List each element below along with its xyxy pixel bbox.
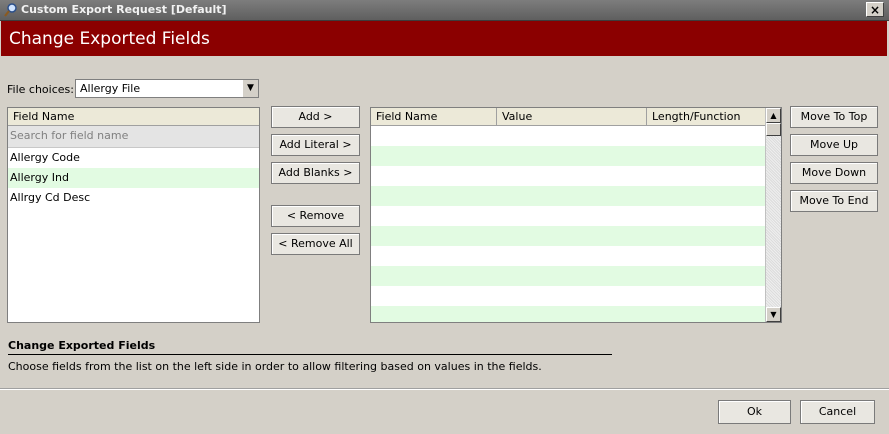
scroll-up-icon[interactable]: ▲ [766,108,781,123]
column-header-label: Field Name [13,110,75,123]
add-blanks-button[interactable]: Add Blanks > [271,162,360,184]
move-up-button[interactable]: Move Up [790,134,878,156]
window-titlebar: Custom Export Request [Default] × [0,0,889,21]
column-header-length-function[interactable]: Length/Function [647,108,765,125]
field-search-input[interactable]: Search for field name [8,126,259,148]
add-literal-button[interactable]: Add Literal > [271,134,360,156]
magnifier-icon [4,3,17,17]
cancel-button[interactable]: Cancel [800,400,875,424]
table-row[interactable] [371,166,765,186]
help-title: Change Exported Fields [8,339,156,352]
window-title: Custom Export Request [Default] [21,3,227,16]
grid-header: Field Name Value Length/Function [371,108,765,126]
move-down-button[interactable]: Move Down [790,162,878,184]
help-divider [8,354,612,355]
move-to-top-button[interactable]: Move To Top [790,106,878,128]
table-row[interactable] [371,286,765,306]
column-header-value[interactable]: Value [497,108,647,125]
column-header-field-name[interactable]: Field Name [371,108,497,125]
exported-fields-grid[interactable]: Field Name Value Length/Function ▲ ▼ [370,107,782,323]
available-fields-list[interactable]: Field Name Search for field name Allergy… [7,107,260,323]
scroll-thumb[interactable] [766,123,781,136]
file-choices-value: Allergy File [80,82,141,95]
table-row[interactable] [371,126,765,146]
add-button[interactable]: Add > [271,106,360,128]
table-row[interactable] [371,206,765,226]
column-header-field-name[interactable]: Field Name [8,108,259,126]
file-choices-label: File choices: [7,83,74,96]
remove-button[interactable]: < Remove [271,205,360,227]
list-item[interactable]: Allrgy Cd Desc [8,188,259,208]
table-row[interactable] [371,146,765,166]
table-row[interactable] [371,306,765,322]
list-item[interactable]: Allergy Ind [8,168,259,188]
help-text: Choose fields from the list on the left … [8,360,542,373]
list-item[interactable]: Allergy Code [8,148,259,168]
close-button[interactable]: × [866,2,884,17]
ok-button[interactable]: Ok [718,400,791,424]
move-to-end-button[interactable]: Move To End [790,190,878,212]
table-row[interactable] [371,226,765,246]
chevron-down-icon[interactable]: ▼ [242,80,258,97]
scroll-down-icon[interactable]: ▼ [766,307,781,322]
table-row[interactable] [371,266,765,286]
table-row[interactable] [371,186,765,206]
remove-all-button[interactable]: < Remove All [271,233,360,255]
file-choices-select[interactable]: Allergy File ▼ [75,79,259,98]
table-row[interactable] [371,246,765,266]
page-header: Change Exported Fields [1,21,887,56]
grid-scrollbar[interactable]: ▲ ▼ [765,108,781,322]
page-title: Change Exported Fields [9,29,210,49]
footer-divider [0,388,889,390]
grid-body[interactable] [371,126,765,322]
